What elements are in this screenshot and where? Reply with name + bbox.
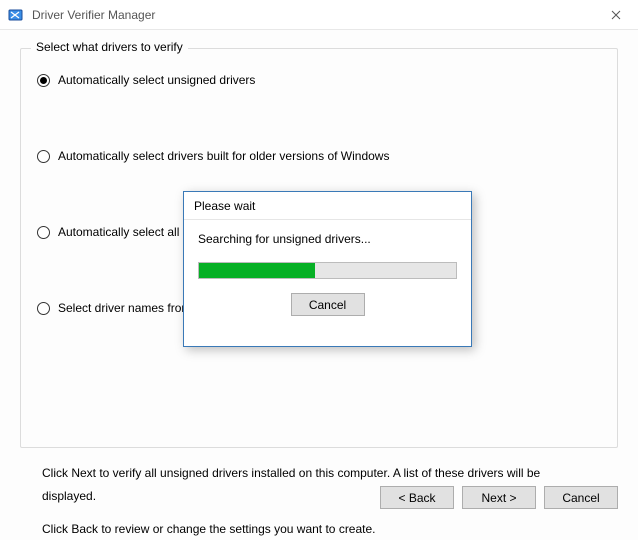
dialog-body: Searching for unsigned drivers... Cancel (184, 220, 471, 326)
instruction-line: Click Back to review or change the setti… (42, 518, 596, 540)
radio-icon (37, 74, 50, 87)
dialog-title: Please wait (184, 192, 471, 220)
dialog-message: Searching for unsigned drivers... (198, 232, 457, 246)
close-button[interactable] (594, 0, 638, 30)
radio-icon (37, 150, 50, 163)
group-legend: Select what drivers to verify (31, 40, 188, 54)
back-button[interactable]: < Back (380, 486, 454, 509)
radio-label: Automatically select unsigned drivers (58, 73, 255, 87)
radio-icon (37, 302, 50, 315)
dialog-cancel-button[interactable]: Cancel (291, 293, 365, 316)
cancel-button[interactable]: Cancel (544, 486, 618, 509)
progress-fill (199, 263, 315, 278)
radio-label: Automatically select drivers built for o… (58, 149, 389, 163)
radio-icon (37, 226, 50, 239)
radio-option-unsigned[interactable]: Automatically select unsigned drivers (37, 73, 601, 87)
window-title: Driver Verifier Manager (32, 8, 594, 22)
please-wait-dialog: Please wait Searching for unsigned drive… (183, 191, 472, 347)
next-button[interactable]: Next > (462, 486, 536, 509)
close-icon (611, 10, 621, 20)
titlebar: Driver Verifier Manager (0, 0, 638, 30)
radio-option-older-windows[interactable]: Automatically select drivers built for o… (37, 149, 601, 163)
progress-bar (198, 262, 457, 279)
app-icon (8, 7, 24, 23)
wizard-footer: < Back Next > Cancel (380, 486, 618, 509)
